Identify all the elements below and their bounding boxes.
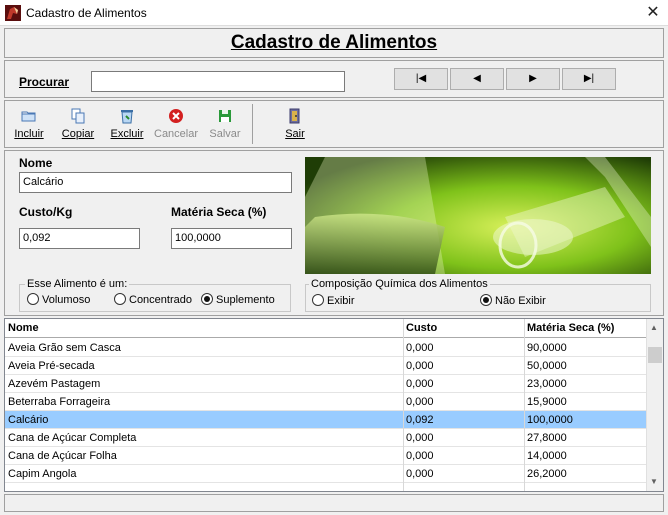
cancelar-button[interactable]: Cancelar [154, 104, 198, 146]
save-icon [219, 110, 231, 122]
status-bar [4, 494, 664, 512]
sair-label: Sair [285, 128, 305, 140]
first-record-button[interactable]: |◀ [394, 68, 448, 90]
radio-nao-exibir[interactable]: Não Exibir [480, 294, 546, 307]
cell-nome: Cana de Açúcar Folha [8, 450, 117, 462]
sair-button[interactable]: Sair [273, 104, 317, 146]
radio-exibir-label: Exibir [327, 295, 355, 307]
cell-nome: Azevém Pastagem [8, 378, 101, 390]
scroll-down-icon[interactable]: ▼ [650, 477, 658, 486]
nome-label: Nome [19, 156, 53, 170]
cell-materia-seca: 90,0000 [527, 342, 567, 354]
radio-circle [27, 293, 39, 305]
incluir-button[interactable]: Incluir [7, 104, 51, 146]
cell-nome: Aveia Pré-secada [8, 360, 95, 372]
radio-volumoso-label: Volumoso [42, 294, 91, 306]
radio-exibir[interactable]: Exibir [312, 294, 355, 307]
cell-materia-seca: 15,9000 [527, 396, 567, 408]
tipo-alimento-legend: Esse Alimento é um: [25, 278, 130, 290]
copiar-button[interactable]: Copiar [56, 104, 100, 146]
column-divider [403, 319, 404, 491]
toolbar [4, 100, 664, 148]
radio-circle [114, 293, 126, 305]
row-divider [5, 482, 647, 483]
table-row[interactable]: Aveia Pré-secada 0,000 50,0000 [5, 357, 647, 375]
cell-materia-seca: 100,0000 [527, 414, 573, 426]
copy-icon [71, 108, 85, 124]
salvar-button[interactable]: Salvar [203, 104, 247, 146]
table-header: Nome Custo Matéria Seca (%) [5, 319, 647, 338]
radio-suplemento-label: Suplemento [216, 294, 275, 306]
cell-nome: Capim Angola [8, 468, 77, 480]
window-title: Cadastro de Alimentos [26, 6, 147, 20]
cell-custo: 0,092 [406, 414, 434, 426]
cell-materia-seca: 14,0000 [527, 450, 567, 462]
table-row[interactable]: Calcário 0,092 100,0000 [5, 411, 647, 429]
column-header-materia-seca[interactable]: Matéria Seca (%) [527, 322, 614, 334]
column-divider [524, 319, 525, 491]
radio-concentrado[interactable]: Concentrado [114, 293, 192, 306]
page-title: Cadastro de Alimentos [230, 32, 438, 53]
incluir-label: Incluir [14, 128, 44, 140]
laboratory-image [305, 157, 651, 274]
alimentos-table[interactable]: Nome Custo Matéria Seca (%) Aveia Grão s… [4, 318, 664, 492]
cell-custo: 0,000 [406, 342, 434, 354]
salvar-label: Salvar [209, 128, 241, 140]
last-record-button[interactable]: ▶| [562, 68, 616, 90]
radio-circle-selected [201, 293, 213, 305]
folder-icon [21, 111, 36, 122]
radio-suplemento[interactable]: Suplemento [201, 293, 275, 306]
cell-nome: Calcário [8, 414, 49, 426]
search-input[interactable] [91, 71, 345, 92]
copiar-label: Copiar [61, 128, 95, 140]
composicao-legend: Composição Química dos Alimentos [309, 278, 490, 290]
cell-custo: 0,000 [406, 432, 434, 444]
table-row[interactable]: Aveia Grão sem Casca 0,000 90,0000 [5, 339, 647, 357]
next-record-button[interactable]: ▶ [506, 68, 560, 90]
close-icon[interactable]: ✕ [640, 2, 666, 24]
vertical-scrollbar[interactable]: ▲ ▼ [646, 319, 663, 491]
column-header-nome[interactable]: Nome [8, 322, 39, 334]
cancelar-label: Cancelar [154, 128, 199, 140]
table-row[interactable]: Cana de Açúcar Folha 0,000 14,0000 [5, 447, 647, 465]
search-label: Procurar [19, 75, 70, 89]
materia-seca-label: Matéria Seca (%) [171, 205, 267, 219]
cell-nome: Cana de Açúcar Completa [8, 432, 137, 444]
cancel-icon [169, 109, 183, 123]
excluir-button[interactable]: Excluir [105, 104, 149, 146]
custo-label: Custo/Kg [19, 205, 73, 219]
nome-input[interactable]: Calcário [19, 172, 292, 193]
cell-custo: 0,000 [406, 360, 434, 372]
radio-concentrado-label: Concentrado [129, 294, 192, 306]
radio-nao-exibir-label: Não Exibir [495, 295, 546, 307]
cell-nome: Aveia Grão sem Casca [8, 342, 121, 354]
cell-materia-seca: 50,0000 [527, 360, 567, 372]
cell-custo: 0,000 [406, 378, 434, 390]
cell-custo: 0,000 [406, 468, 434, 480]
custo-input[interactable]: 0,092 [19, 228, 140, 249]
table-row[interactable]: Cana de Açúcar Completa 0,000 27,8000 [5, 429, 647, 447]
toolbar-divider [252, 104, 253, 144]
app-logo-icon [5, 5, 21, 21]
cell-materia-seca: 26,2000 [527, 468, 567, 480]
prev-record-button[interactable]: ◀ [450, 68, 504, 90]
scroll-up-icon[interactable]: ▲ [650, 323, 658, 332]
radio-circle [312, 294, 324, 306]
excluir-label: Excluir [110, 128, 144, 140]
cell-custo: 0,000 [406, 396, 434, 408]
exit-door-icon [289, 108, 300, 124]
materia-seca-input[interactable]: 100,0000 [171, 228, 292, 249]
cell-custo: 0,000 [406, 450, 434, 462]
table-row[interactable]: Azevém Pastagem 0,000 23,0000 [5, 375, 647, 393]
table-row[interactable]: Beterraba Forrageira 0,000 15,9000 [5, 393, 647, 411]
table-row[interactable]: Capim Angola 0,000 26,2000 [5, 465, 647, 483]
radio-circle-selected [480, 294, 492, 306]
column-header-custo[interactable]: Custo [406, 322, 437, 334]
trash-icon [121, 110, 133, 124]
cell-materia-seca: 27,8000 [527, 432, 567, 444]
radio-volumoso[interactable]: Volumoso [27, 293, 90, 306]
cell-nome: Beterraba Forrageira [8, 396, 111, 408]
scrollbar-thumb[interactable] [648, 347, 662, 363]
cell-materia-seca: 23,0000 [527, 378, 567, 390]
